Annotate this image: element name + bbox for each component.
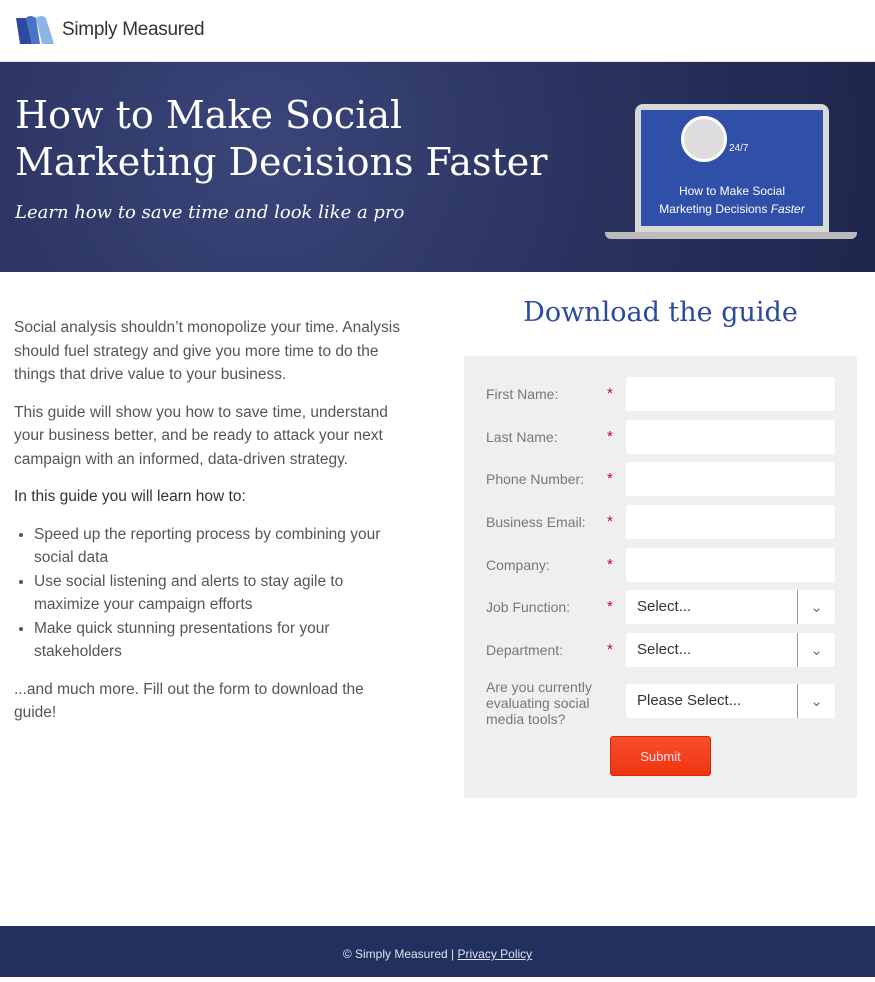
select-value: Please Select... [637, 692, 742, 709]
department-select[interactable]: Select... ⌄ [626, 633, 835, 667]
required-mark: * [607, 428, 613, 445]
page-title: How to Make Social Marketing Decisions F… [15, 93, 548, 184]
field-label: Company: [486, 557, 550, 573]
required-mark: * [607, 513, 613, 530]
field-label: Phone Number: [486, 471, 585, 487]
first-name-row: First Name: * [486, 377, 835, 411]
required-mark: * [607, 641, 613, 658]
phone-input[interactable] [626, 462, 835, 496]
intro-paragraph: This guide will show you how to save tim… [14, 403, 388, 468]
required-mark: * [607, 556, 613, 573]
chevron-down-icon[interactable]: ⌄ [797, 684, 835, 718]
field-label: First Name: [486, 386, 559, 402]
chevron-down-icon[interactable]: ⌄ [797, 590, 835, 624]
company-input[interactable] [626, 548, 835, 582]
site-header: Simply Measured [0, 0, 875, 62]
list-item: Speed up the reporting process by combin… [34, 523, 409, 570]
list-item: Use social listening and alerts to stay … [34, 570, 409, 617]
first-name-input[interactable] [626, 377, 835, 411]
cover-line: How to Make Social [678, 184, 786, 198]
last-name-row: Last Name: * [486, 420, 835, 454]
intro-paragraph: Social analysis shouldn’t monopolize you… [14, 319, 400, 383]
last-name-input[interactable] [626, 420, 835, 454]
required-mark: * [607, 385, 613, 402]
evaluating-tools-select[interactable]: Please Select... ⌄ [626, 684, 835, 718]
intro-text: Social analysis shouldn’t monopolize you… [14, 316, 409, 739]
required-mark: * [607, 598, 613, 615]
department-row: Department: * Select... ⌄ [486, 633, 835, 667]
list-item: Make quick stunning presentations for yo… [34, 617, 409, 664]
phone-row: Phone Number: * [486, 462, 835, 496]
brand-name: Simply Measured [62, 19, 205, 40]
job-function-select[interactable]: Select... ⌄ [626, 590, 835, 624]
copyright: © Simply Measured | [342, 947, 455, 961]
learn-heading: In this guide you will learn how to: [14, 488, 246, 505]
field-label: Last Name: [486, 429, 558, 445]
download-form: First Name: * Last Name: * Phone Number: * … [464, 356, 857, 798]
page-subtitle: Learn how to save time and look like a p… [15, 202, 405, 223]
field-label: Are you currently evaluating social medi… [486, 679, 592, 727]
submit-button[interactable]: Submit [610, 736, 711, 776]
hero-banner: How to Make Social Marketing Decisions F… [0, 62, 875, 272]
badge-247: 24/7 [729, 143, 749, 154]
closing-paragraph: ...and much more. Fill out the form to d… [14, 680, 364, 722]
simply-measured-logo-icon [16, 16, 54, 44]
learn-list: Speed up the reporting process by combin… [14, 523, 409, 664]
select-value: Select... [637, 641, 692, 658]
cover-line: Marketing Decisions [659, 202, 768, 216]
form-title: Download the guide [523, 297, 798, 328]
footer: © Simply Measured | Privacy Policy [0, 926, 875, 977]
chevron-down-icon[interactable]: ⌄ [797, 633, 835, 667]
company-row: Company: * [486, 548, 835, 582]
guide-cover-image: 24/7 How to Make Social Marketing Decisio… [605, 104, 857, 240]
evaluating-row: Are you currently evaluating social medi… [486, 679, 835, 727]
email-input[interactable] [626, 505, 835, 539]
job-function-row: Job Function: * Select... ⌄ [486, 590, 835, 624]
privacy-policy-link[interactable]: Privacy Policy [457, 947, 532, 961]
logo[interactable]: Simply Measured [14, 14, 205, 46]
field-label: Department: [486, 642, 564, 658]
cover-emph: Faster [770, 202, 805, 216]
field-label: Business Email: [486, 514, 586, 530]
select-value: Select... [637, 598, 692, 615]
required-mark: * [607, 470, 613, 487]
field-label: Job Function: [486, 599, 571, 615]
email-row: Business Email: * [486, 505, 835, 539]
